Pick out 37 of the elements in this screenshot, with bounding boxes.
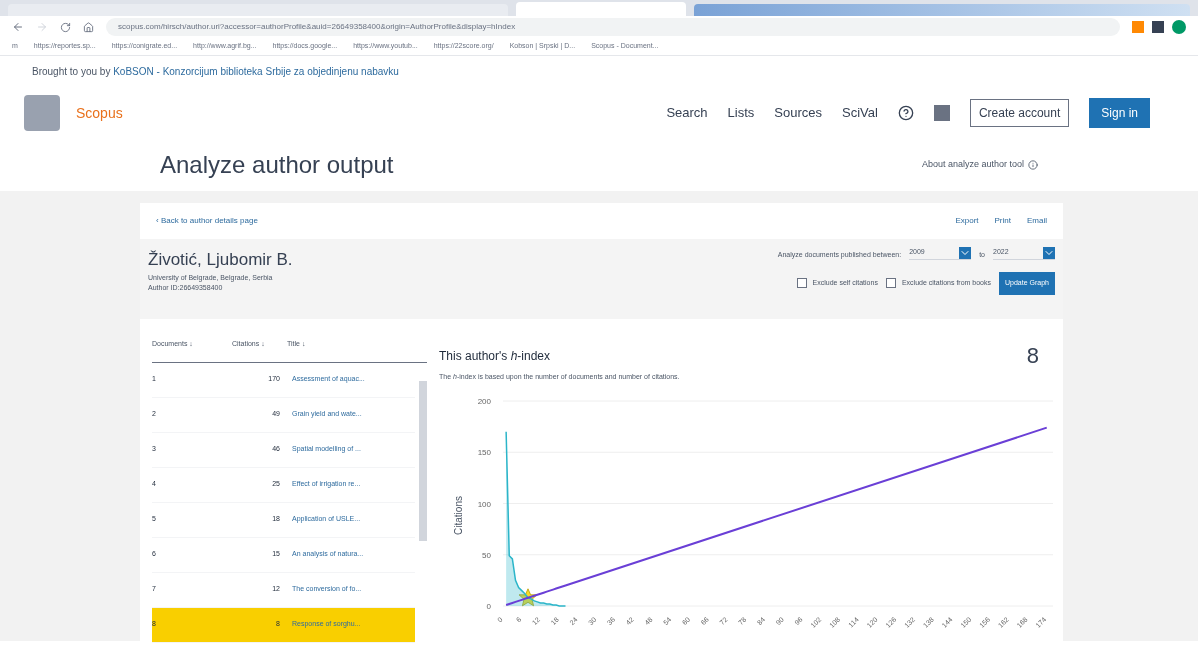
nav-link[interactable]: Sources (774, 103, 822, 123)
star-icon (518, 587, 538, 606)
tick-label: 100 (477, 499, 491, 508)
toolbar-link[interactable]: Email (1027, 215, 1047, 227)
profile-avatar[interactable] (1172, 20, 1186, 34)
nav-link[interactable]: SciVal (842, 103, 878, 123)
chevron-icon (959, 247, 972, 259)
tick-label: 0 (486, 601, 491, 611)
address-bar[interactable]: scopus.com/hirsch/author.uri?accessor=authorProfile&auid=26649358400&origin=AuthorProfile&display=hIndex (106, 18, 1120, 36)
back-icon[interactable] (12, 21, 24, 33)
back-link[interactable]: ‹ Back to author details page (156, 215, 956, 227)
help-icon[interactable] (897, 105, 914, 121)
nav-link[interactable]: Search (666, 103, 708, 123)
attribution-text: Brought to you by (32, 66, 112, 77)
tick-label: 150 (477, 447, 491, 457)
attribution-link[interactable]: KoBSON - Konzorcijum biblioteka Srbije za objedinjenu nabavku (113, 66, 399, 77)
h-index-value: 8 (1026, 342, 1039, 370)
axis-label: Citations (451, 496, 465, 535)
reload-icon[interactable] (60, 21, 71, 33)
info-icon[interactable] (1028, 160, 1038, 170)
chevron-icon (1043, 247, 1055, 259)
home-icon[interactable] (83, 21, 94, 33)
tick-label: 200 (477, 396, 491, 406)
tick-label: 50 (482, 550, 491, 560)
checkbox[interactable] (885, 278, 896, 289)
toolbar-link[interactable]: Print (994, 215, 1011, 227)
sign-in-button[interactable]: Sign in (1089, 98, 1150, 128)
author-name: Životić, Ljubomir B. (148, 249, 294, 271)
toolbar-link[interactable]: Export (955, 215, 979, 227)
create-account-button[interactable]: Create account (969, 99, 1070, 127)
about-link[interactable]: About analyze author tool (921, 158, 1024, 172)
h-index-title: This author's h-index (439, 347, 552, 365)
browser-tab[interactable] (694, 4, 1190, 16)
scrollbar[interactable] (419, 381, 427, 541)
checkbox[interactable] (796, 278, 807, 289)
page-title: Analyze author output (160, 150, 395, 180)
nav-link[interactable]: Lists (727, 103, 755, 123)
